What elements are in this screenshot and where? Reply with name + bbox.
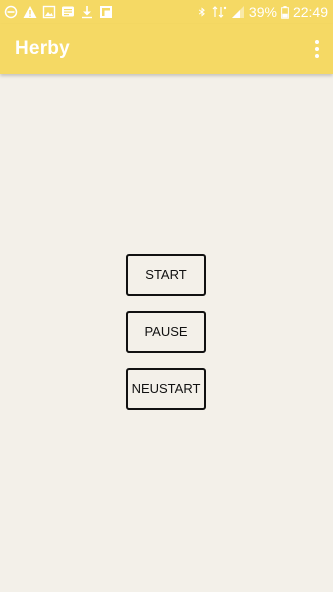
do-not-disturb-icon [4,5,18,19]
clock: 22:49 [292,4,328,20]
cell-signal-icon [231,6,244,18]
menu-dot [315,47,319,51]
notification-icons [4,4,113,20]
battery-percent: 39% [248,4,277,20]
battery-icon [281,5,289,19]
start-button[interactable]: START [126,254,206,296]
menu-dot [315,40,319,44]
volte-signal-icon [212,6,227,18]
app-title: Herby [15,38,70,59]
more-vert-icon[interactable] [311,37,323,61]
app-bar: Herby [0,24,333,74]
pause-button[interactable]: PAUSE [126,311,206,353]
restart-button[interactable]: NEUSTART [126,368,206,410]
download-icon [82,6,92,19]
status-bar: 39% 22:49 [0,0,333,24]
image-icon [42,5,56,19]
message-icon [62,6,74,17]
system-status: 39% 22:49 [197,3,328,21]
menu-dot [315,54,319,58]
flipboard-icon [100,6,112,18]
bluetooth-icon [198,7,205,17]
warning-icon [23,6,37,18]
